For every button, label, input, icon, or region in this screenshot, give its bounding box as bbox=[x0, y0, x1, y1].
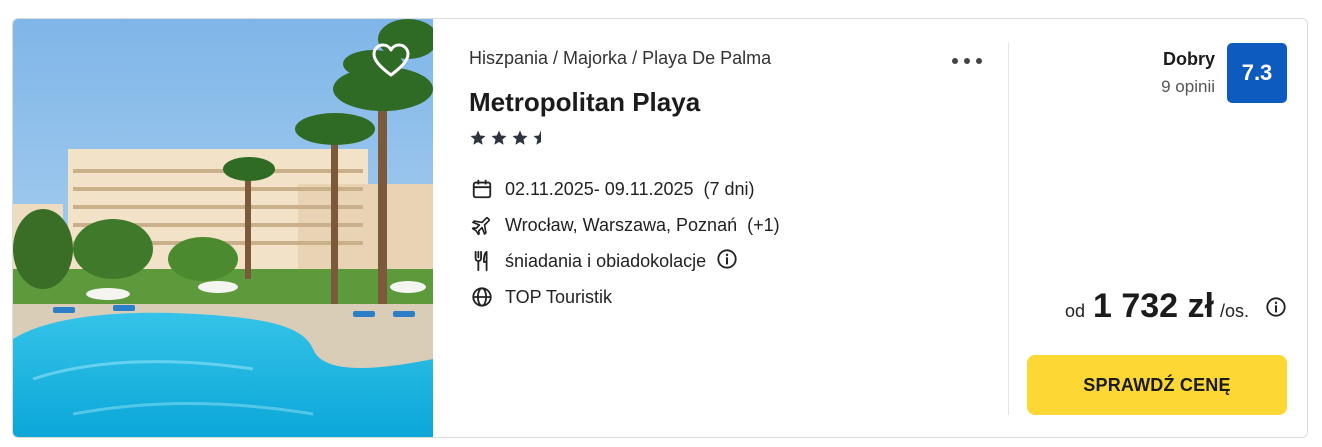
hotel-stars bbox=[469, 129, 550, 149]
board-info-icon[interactable] bbox=[716, 248, 738, 275]
globe-icon bbox=[469, 284, 495, 310]
hotel-pool-image bbox=[13, 19, 433, 437]
star-icon bbox=[491, 130, 507, 145]
board-text: śniadania i obiadokolacje bbox=[505, 250, 707, 271]
hotel-photo[interactable] bbox=[13, 19, 433, 437]
check-price-button[interactable]: SPRAWDŹ CENĘ bbox=[1027, 355, 1287, 415]
price-amount: 1 732 zł bbox=[1093, 287, 1214, 325]
departures-row: Wrocław, Warszawa, Poznań (+1) bbox=[469, 212, 780, 238]
half-star-icon bbox=[533, 130, 541, 145]
divider bbox=[1008, 43, 1009, 415]
rating-count[interactable]: 9 opinii bbox=[1161, 77, 1215, 97]
dates-text: 02.11.2025- 09.11.2025 bbox=[505, 178, 694, 199]
price-prefix: od bbox=[1064, 301, 1085, 321]
hotel-name[interactable]: Metropolitan Playa bbox=[469, 87, 700, 118]
more-options-button[interactable] bbox=[949, 49, 985, 73]
board-row: śniadania i obiadokolacje bbox=[469, 248, 738, 274]
hotel-info: Hiszpania / Majorka / Playa De Palma Met… bbox=[469, 19, 1009, 437]
price-info-icon[interactable] bbox=[1265, 296, 1287, 318]
cutlery-icon bbox=[469, 248, 495, 274]
calendar-icon bbox=[469, 176, 495, 202]
departures-extra[interactable]: (+1) bbox=[747, 215, 780, 236]
dates-row: 02.11.2025- 09.11.2025 (7 dni) bbox=[469, 176, 755, 202]
breadcrumb[interactable]: Hiszpania / Majorka / Playa De Palma bbox=[469, 48, 771, 69]
price-block: od 1 732 zł /os. bbox=[1065, 287, 1287, 326]
star-icon bbox=[470, 130, 486, 145]
star-icon bbox=[512, 130, 528, 145]
favorite-button[interactable] bbox=[371, 41, 411, 81]
more-dots-icon bbox=[964, 58, 970, 64]
more-dots-icon bbox=[952, 58, 958, 64]
more-dots-icon bbox=[976, 58, 982, 64]
rating-label: Dobry bbox=[1162, 49, 1215, 69]
operator-row: TOP Touristik bbox=[469, 284, 612, 310]
heart-icon bbox=[372, 43, 410, 77]
duration-text: (7 dni) bbox=[703, 178, 755, 199]
departures-text: Wrocław, Warszawa, Poznań bbox=[505, 214, 738, 235]
rating-badge: 7.3 bbox=[1227, 43, 1287, 103]
hotel-card[interactable]: Hiszpania / Majorka / Playa De Palma Met… bbox=[12, 18, 1308, 438]
plane-icon bbox=[469, 212, 495, 238]
operator-text: TOP Touristik bbox=[505, 286, 613, 307]
price-suffix: /os. bbox=[1219, 301, 1249, 321]
